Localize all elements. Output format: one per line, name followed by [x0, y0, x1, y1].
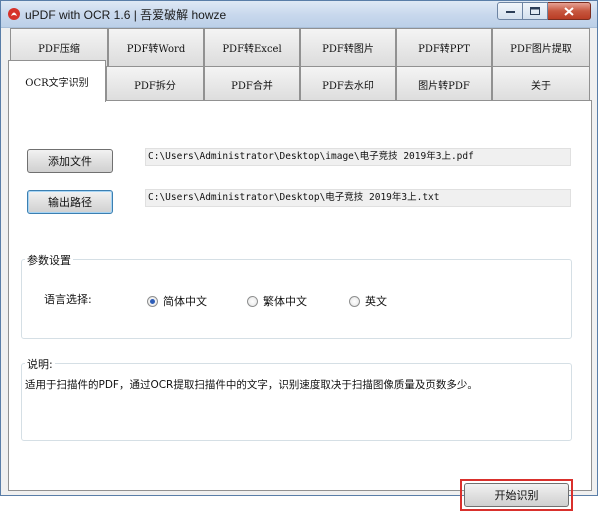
- tab-pdf-to-word[interactable]: PDF转Word: [108, 28, 204, 66]
- params-group-label: 参数设置: [25, 252, 73, 268]
- close-icon: [564, 6, 574, 16]
- language-label: 语言选择:: [44, 293, 92, 306]
- client-area: PDF压缩 PDF转Word PDF转Excel PDF转图片 PDF转PPT …: [8, 28, 592, 511]
- radio-simplified-chinese[interactable]: 简体中文: [147, 293, 207, 309]
- output-file-path[interactable]: C:\Users\Administrator\Desktop\电子竞技 2019…: [145, 189, 571, 207]
- add-file-button[interactable]: 添加文件: [27, 149, 113, 173]
- tab-image-to-pdf[interactable]: 图片转PDF: [396, 66, 492, 102]
- input-file-path[interactable]: C:\Users\Administrator\Desktop\image\电子竞…: [145, 148, 571, 166]
- tab-ocr[interactable]: OCR文字识别: [8, 60, 106, 102]
- tab-pdf-merge[interactable]: PDF合并: [204, 66, 300, 102]
- tab-pdf-to-ppt[interactable]: PDF转PPT: [396, 28, 492, 66]
- radio-label: 简体中文: [163, 295, 207, 308]
- start-button-highlight: 开始识别: [460, 479, 573, 511]
- note-text: 适用于扫描件的PDF，通过OCR提取扫描件中的文字，识别速度取决于扫描图像质量及…: [25, 379, 478, 391]
- radio-traditional-chinese[interactable]: 繁体中文: [247, 293, 307, 309]
- tab-pdf-image-extract[interactable]: PDF图片提取: [492, 28, 590, 66]
- minimize-icon: [505, 11, 515, 13]
- radio-unselected-icon: [349, 295, 360, 307]
- maximize-button[interactable]: [523, 2, 548, 20]
- start-ocr-button[interactable]: 开始识别: [464, 483, 569, 507]
- radio-label: 英文: [365, 295, 387, 308]
- tab-about[interactable]: 关于: [492, 66, 590, 102]
- tab-pdf-remove-watermark[interactable]: PDF去水印: [300, 66, 396, 102]
- radio-unselected-icon: [247, 295, 258, 307]
- note-group-label: 说明:: [25, 356, 55, 372]
- app-icon: [8, 8, 20, 20]
- output-path-button[interactable]: 输出路径: [27, 190, 113, 214]
- tab-strip: PDF压缩 PDF转Word PDF转Excel PDF转图片 PDF转PPT …: [8, 28, 592, 102]
- radio-label: 繁体中文: [263, 295, 307, 308]
- radio-english[interactable]: 英文: [349, 293, 387, 309]
- minimize-button[interactable]: [497, 2, 523, 20]
- tab-pdf-split[interactable]: PDF拆分: [106, 66, 204, 102]
- window-controls: [497, 2, 591, 21]
- title-bar[interactable]: uPDF with OCR 1.6 | 吾爱破解 howze: [1, 1, 597, 28]
- window-title: uPDF with OCR 1.6 | 吾爱破解 howze: [25, 8, 227, 22]
- radio-selected-icon: [147, 295, 158, 307]
- close-button[interactable]: [548, 2, 591, 20]
- tab-pdf-to-image[interactable]: PDF转图片: [300, 28, 396, 66]
- note-group: [21, 363, 572, 441]
- tab-pdf-to-excel[interactable]: PDF转Excel: [204, 28, 300, 66]
- ocr-panel: 添加文件 C:\Users\Administrator\Desktop\imag…: [8, 100, 592, 511]
- app-window: uPDF with OCR 1.6 | 吾爱破解 howze PDF压缩 PDF…: [0, 0, 598, 511]
- maximize-icon: [530, 7, 540, 15]
